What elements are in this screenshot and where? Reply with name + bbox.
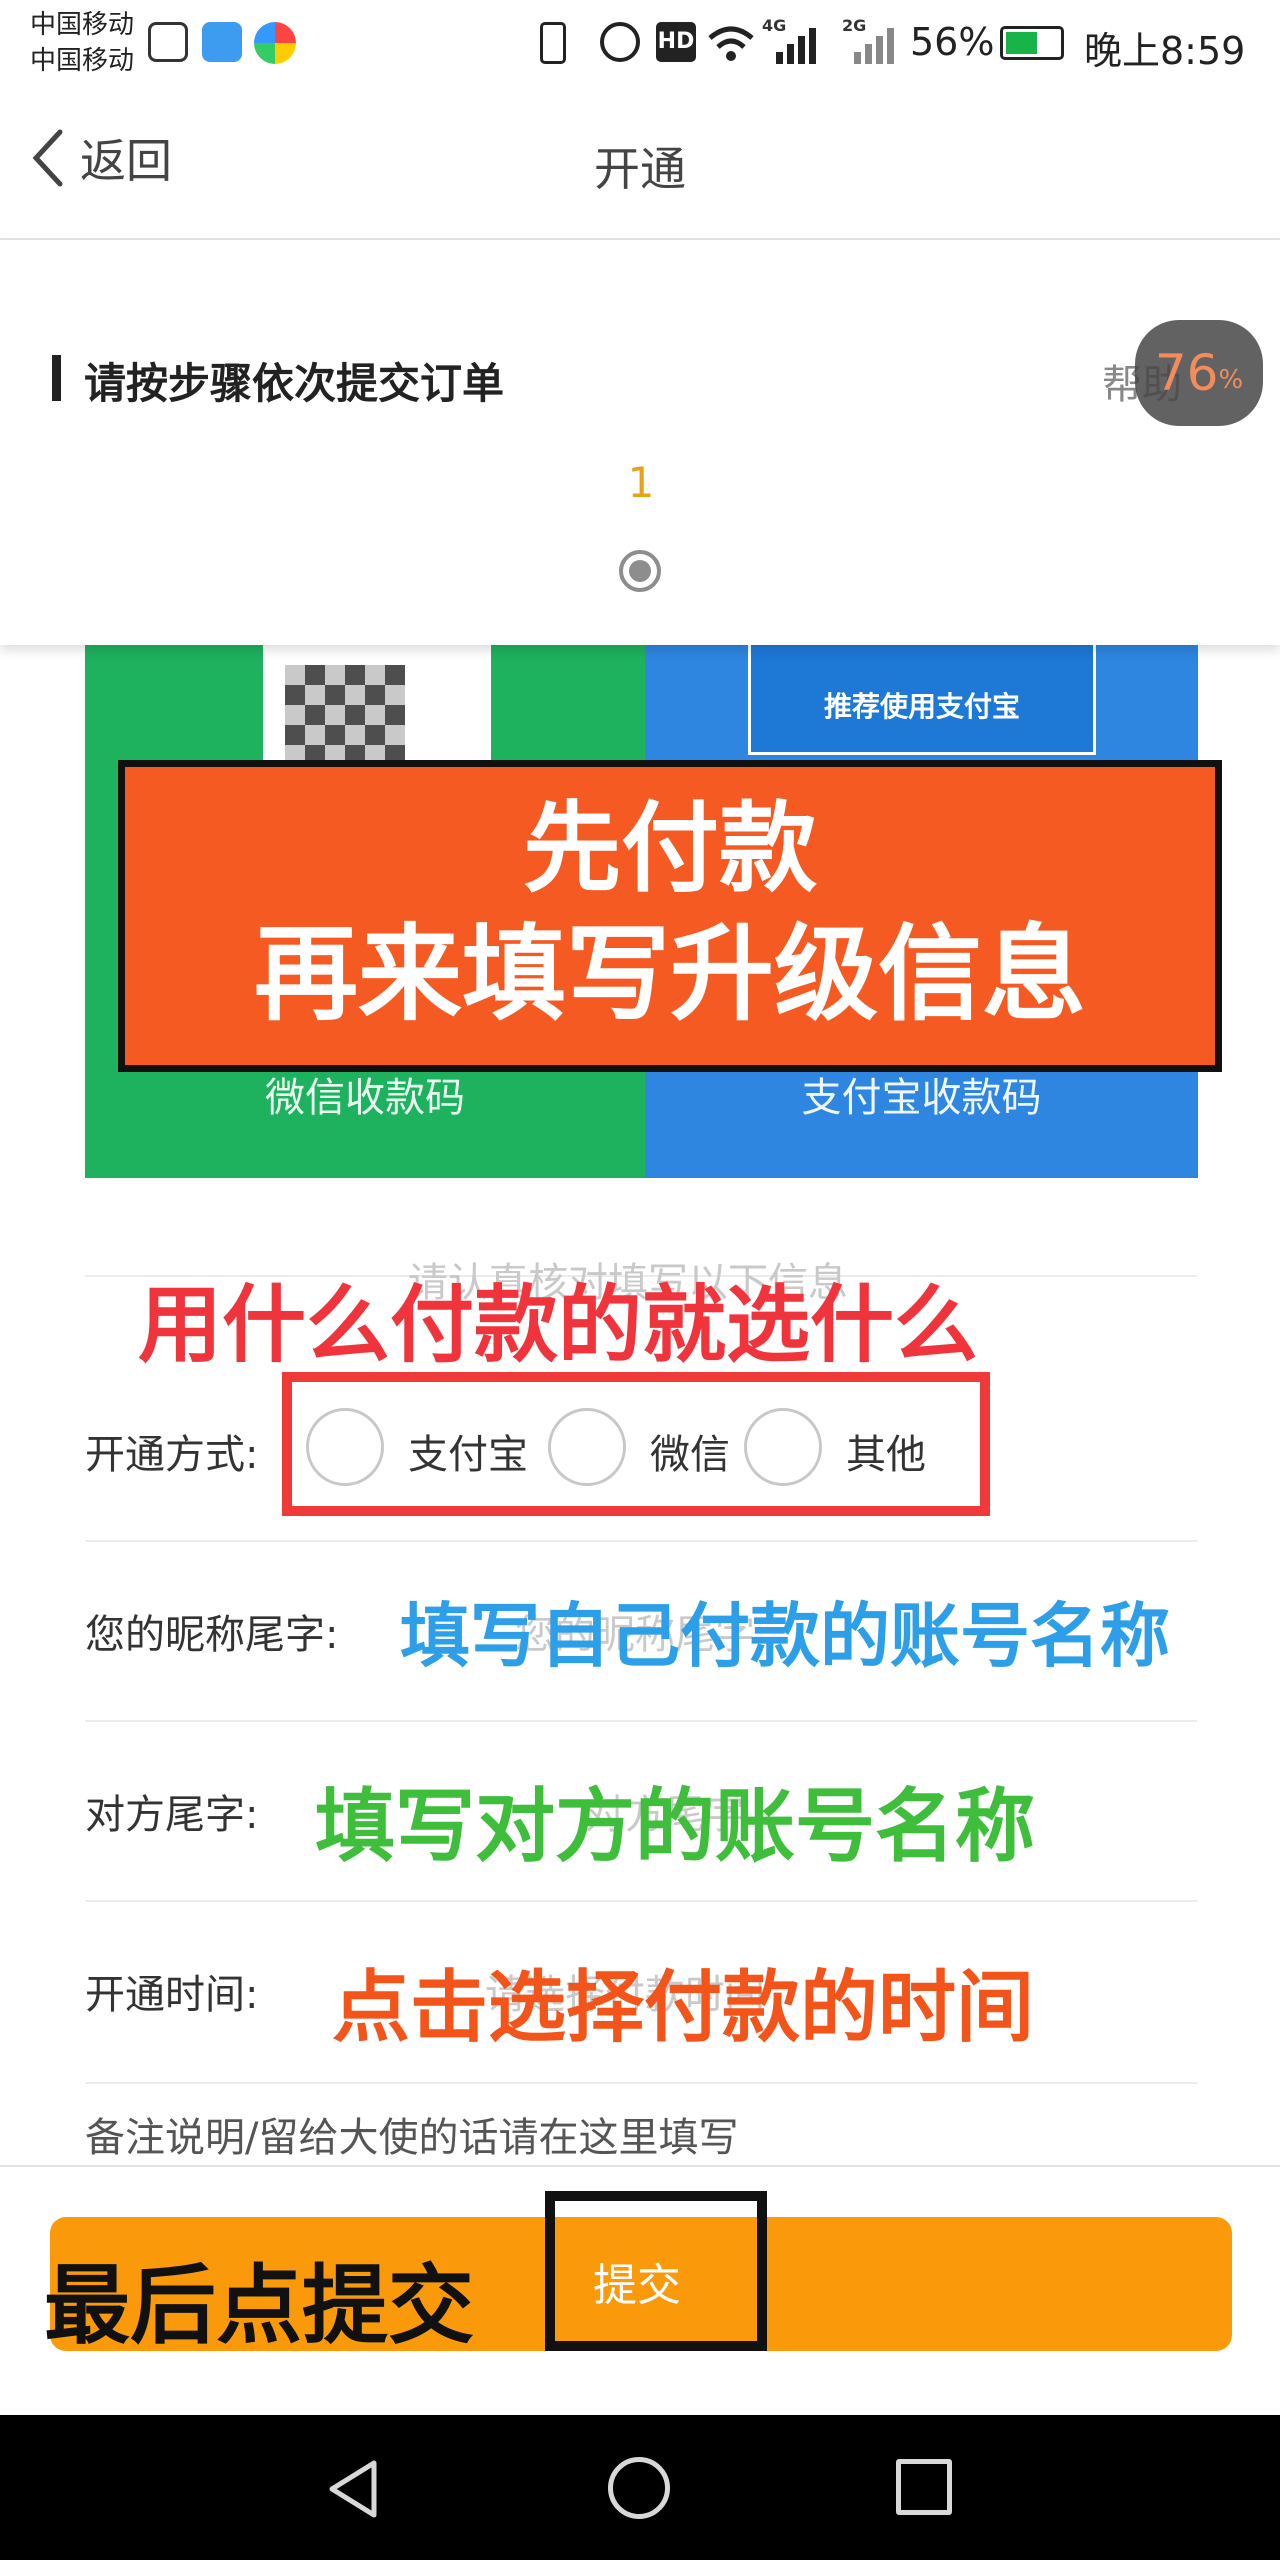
carrier-label: 中国移动 [30,46,135,76]
step-indicator-icon [619,550,661,592]
option-alipay-label: 支付宝 [408,1432,528,1478]
app-icon [254,22,296,64]
alarm-icon [600,22,640,62]
nav-back-icon[interactable] [322,2457,386,2521]
order-steps-card: 请按步骤依次提交订单 帮助 76 % 1 [0,240,1280,645]
heading-marker [52,355,61,401]
signal-icon [854,28,894,64]
wechat-qr-label: 微信收款码 [265,1075,465,1121]
message-app-icon [148,22,188,62]
nickname-label: 您的昵称尾字: [85,1612,339,1658]
submit-label[interactable]: 提交 [593,2249,757,2313]
banner-line-2: 再来填写升级信息 [253,913,1086,1035]
alipay-recommend-banner: 推荐使用支付宝 [748,645,1096,755]
page-title: 开通 [594,142,686,196]
submit-annotation: 最后点提交 [44,2256,474,2356]
option-other-label: 其他 [846,1432,926,1478]
progress-value: 76 [1154,344,1219,402]
nav-recents-icon[interactable] [896,2459,952,2515]
step-number: 1 [627,458,655,507]
wifi-icon [708,26,754,61]
card-heading: 请按步骤依次提交订单 [84,359,505,408]
status-bar: 中国移动 中国移动 HD 4G 2G 56% 晚上8:59 [0,0,1280,88]
radio-other[interactable] [744,1408,822,1486]
submit-highlight-box: 提交 [545,2191,767,2351]
other-party-annotation: 填写对方的账号名称 [315,1780,1035,1873]
battery-percent: 56% [910,20,995,64]
radio-alipay[interactable] [306,1408,384,1486]
other-party-label: 对方尾字: [85,1792,259,1838]
notification-app-icon [202,22,242,62]
nav-home-icon[interactable] [608,2457,670,2519]
pay-first-banner: 先付款 再来填写升级信息 [118,760,1222,1072]
progress-unit: % [1218,365,1244,395]
clock: 晚上8:59 [1084,29,1246,73]
hd-icon: HD [656,22,696,62]
system-nav-bar [0,2415,1280,2560]
nav-bar: 返回 开通 [0,88,1280,240]
alipay-qr-label: 支付宝收款码 [801,1075,1042,1121]
method-label: 开通方式: [85,1432,259,1478]
nickname-annotation: 填写自己付款的账号名称 [400,1595,1170,1677]
time-label: 开通时间: [85,1972,259,2018]
banner-line-1: 先付款 [522,792,817,906]
instruction-annotation: 用什么付款的就选什么 [138,1276,979,1374]
radio-wechat[interactable] [548,1408,626,1486]
option-wechat-label: 微信 [650,1432,730,1478]
signal-icon [776,28,816,64]
vibrate-icon [540,22,566,64]
alipay-recommend-text: 推荐使用支付宝 [823,690,1020,723]
progress-badge: 76 % [1135,320,1263,426]
remark-textarea[interactable]: 备注说明/留给大使的话请在这里填写 [85,2105,738,2163]
carrier-label: 中国移动 [30,10,135,40]
submit-bar: 最后点提交 提交 [0,2165,1280,2417]
time-annotation: 点击选择付款的时间 [332,1963,1035,2053]
battery-icon [1000,26,1064,60]
